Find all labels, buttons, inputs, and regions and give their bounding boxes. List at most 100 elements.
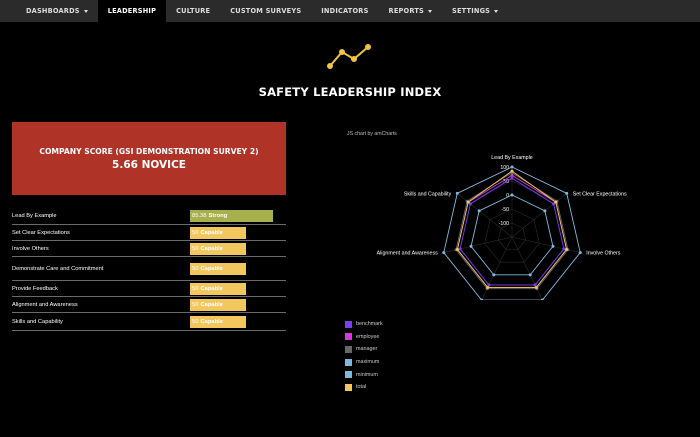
metric-score-bar: 85.38 Strong	[190, 209, 273, 222]
metric-row: Involve Others 50 Capable	[12, 241, 286, 257]
nav-item-label: CUSTOM SURVEYS	[230, 7, 302, 15]
radar-point-total	[565, 247, 569, 251]
legend-label: benchmark	[356, 321, 383, 328]
radar-category-label: Lead By Example	[491, 155, 533, 161]
nav-item-custom-surveys[interactable]: CUSTOM SURVEYS	[220, 0, 311, 22]
legend-swatch	[345, 333, 352, 341]
metric-score-bar: 50 Capable	[190, 282, 246, 295]
radar-point-maximum	[510, 165, 514, 169]
legend-swatch	[345, 383, 352, 391]
radar-point-employee	[510, 173, 514, 177]
metric-score-bar: 50 Capable	[190, 298, 246, 311]
company-score-value: 5.66 NOVICE	[112, 158, 186, 171]
legend-swatch	[345, 371, 352, 379]
legend-swatch	[345, 358, 352, 366]
metric-row: Provide Feedback 50 Capable	[12, 281, 286, 297]
chart-legend: benchmark employee manager maximum minimum to…	[345, 318, 383, 394]
radar-point-total	[554, 200, 558, 204]
metric-value: 50	[192, 285, 199, 292]
chevron-down-icon	[428, 9, 432, 13]
metric-name: Lead By Example	[12, 212, 57, 219]
metric-level: Capable	[200, 285, 224, 292]
legend-label: maximum	[356, 359, 380, 366]
nav-item-label: INDICATORS	[321, 7, 369, 15]
nav-item-reports[interactable]: REPORTS	[379, 0, 442, 22]
chevron-down-icon	[83, 9, 88, 13]
metric-score-bar: 50 Capable	[190, 242, 246, 255]
metric-level: Capable	[200, 229, 224, 236]
metric-row: Lead By Example 85.38 Strong	[12, 207, 286, 225]
radar-point-benchmark	[510, 176, 514, 180]
radar-point-total	[510, 169, 514, 173]
metric-name: Alignment and Awareness	[12, 301, 78, 308]
radar-point-minimum	[551, 244, 555, 248]
metric-row: Alignment and Awareness 50 Capable	[12, 297, 286, 313]
metric-value: 50	[192, 229, 199, 236]
legend-label: manager	[356, 346, 378, 353]
nav-item-label: REPORTS	[388, 7, 424, 15]
radar-point-minimum	[477, 209, 481, 213]
metric-name: Set Clear Expectations	[12, 229, 70, 236]
metric-name: Demonstrate Care and Commitment	[12, 265, 104, 272]
legend-item-manager[interactable]: manager	[345, 343, 383, 356]
radar-point-minimum	[528, 273, 532, 277]
radar-category-label: Alignment and Awareness	[377, 251, 439, 257]
nav-item-label: DASHBOARDS	[26, 7, 80, 15]
metric-row: Demonstrate Care and Commitment 50 Capable	[12, 257, 286, 281]
chart-credit-link[interactable]: JS chart by amCharts	[347, 131, 397, 137]
metric-score-bar: 50 Capable	[190, 315, 246, 328]
legend-item-benchmark[interactable]: benchmark	[345, 318, 383, 331]
radar-point-benchmark	[562, 247, 566, 251]
radar-category-label: Set Clear Expectations	[573, 191, 627, 197]
legend-item-total[interactable]: total	[345, 381, 383, 394]
legend-label: employee	[356, 333, 380, 340]
legend-swatch	[345, 320, 352, 328]
legend-item-employee[interactable]: employee	[345, 331, 383, 344]
radar-point-minimum	[543, 209, 547, 213]
metrics-table: Lead By Example 85.38 Strong Set Clear Expe…	[12, 207, 286, 331]
nav-item-indicators[interactable]: INDICATORS	[311, 0, 378, 22]
radar-category-label: Skills and Capability	[404, 191, 452, 197]
metric-name: Provide Feedback	[12, 285, 58, 292]
radar-point-maximum	[578, 251, 582, 255]
nav-item-label: LEADERSHIP	[107, 7, 157, 15]
legend-label: total	[356, 384, 367, 391]
company-score-label: COMPANY SCORE (GSI DEMONSTRATION SURVEY …	[39, 146, 259, 156]
radar-point-minimum	[469, 244, 473, 248]
metric-value: 85.38	[192, 212, 207, 219]
radar-point-minimum	[510, 193, 514, 197]
metric-name: Involve Others	[12, 245, 49, 252]
nav-item-settings[interactable]: SETTINGS	[442, 0, 508, 22]
top-nav: DASHBOARDS LEADERSHIP CULTURE CUSTOM SURVEY…	[0, 0, 700, 22]
metric-value: 50	[192, 301, 199, 308]
radar-point-minimum	[492, 273, 496, 277]
metric-value: 50	[192, 265, 199, 272]
metric-level: Capable	[200, 318, 224, 325]
legend-label: minimum	[356, 371, 378, 378]
nav-item-culture[interactable]: CULTURE	[166, 0, 220, 22]
radar-chart: 100500-50-100Lead By ExampleSet Clear Ex…	[377, 155, 627, 300]
page-title: SAFETY LEADERSHIP INDEX	[258, 85, 442, 99]
nav-item-label: CULTURE	[176, 7, 211, 15]
company-score-box: COMPANY SCORE (GSI DEMONSTRATION SURVEY …	[12, 122, 286, 195]
radar-tick-label: -50	[502, 207, 510, 213]
metric-row: Set Clear Expectations 50 Capable	[12, 225, 286, 241]
nav-item-dashboards[interactable]: DASHBOARDS	[0, 0, 98, 22]
legend-item-minimum[interactable]: minimum	[345, 368, 383, 381]
metric-name: Skills and Capability	[12, 318, 63, 325]
legend-swatch	[345, 345, 352, 353]
radar-point-maximum	[442, 251, 446, 255]
metric-level: Capable	[200, 265, 224, 272]
metric-score-bar: 50 Capable	[190, 226, 246, 239]
nav-item-label: SETTINGS	[452, 7, 491, 15]
radar-point-maximum	[455, 191, 459, 195]
radar-spoke	[511, 236, 543, 300]
metric-row: Skills and Capability 50 Capable	[12, 313, 286, 331]
radar-point-maximum	[565, 191, 569, 195]
trend-line-icon	[327, 44, 371, 69]
radar-tick-label: -100	[499, 221, 509, 227]
legend-item-maximum[interactable]: maximum	[345, 356, 383, 369]
radar-spoke	[481, 236, 513, 300]
metric-value: 50	[192, 318, 199, 325]
nav-item-leadership[interactable]: LEADERSHIP	[97, 0, 167, 22]
